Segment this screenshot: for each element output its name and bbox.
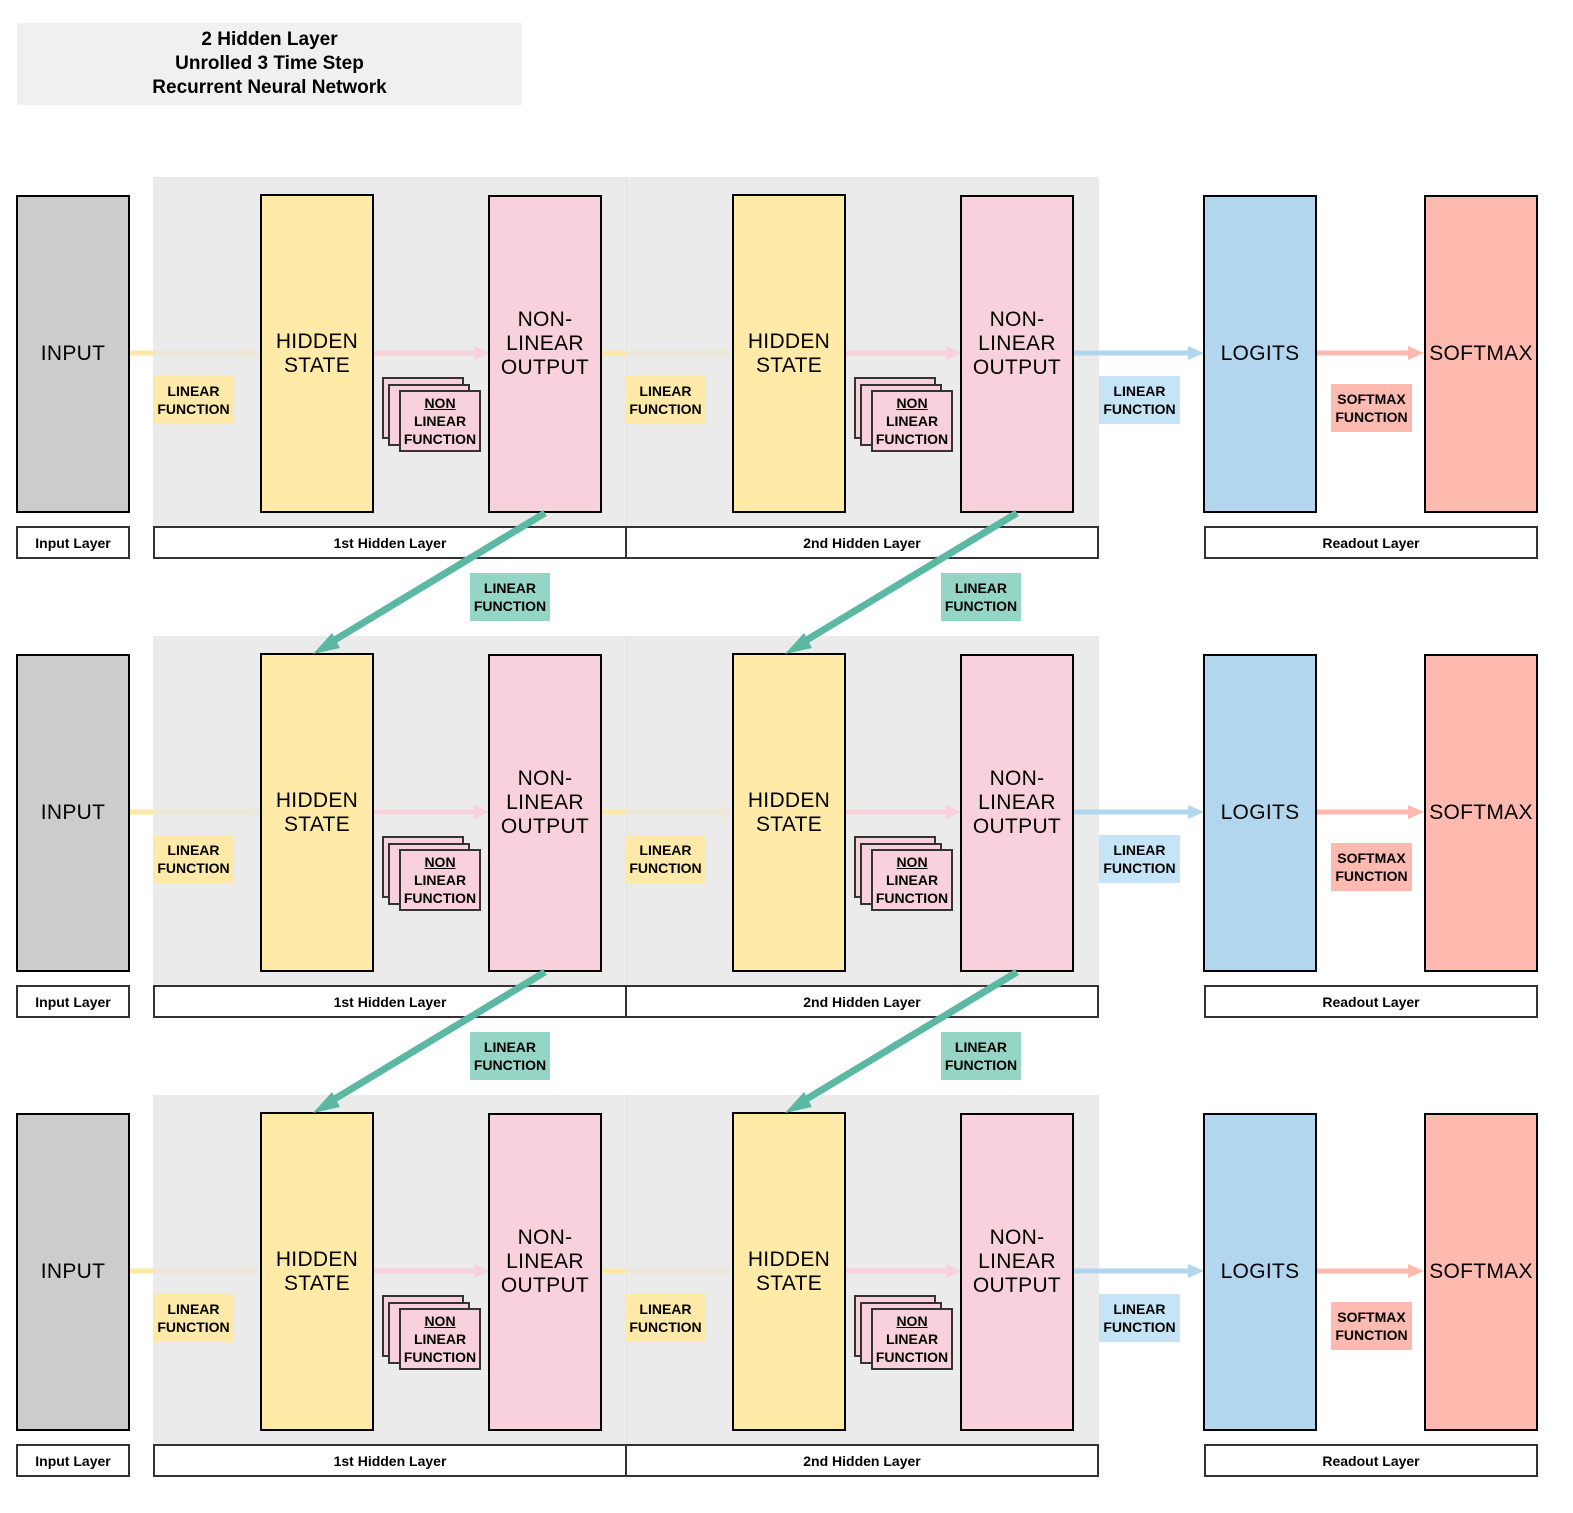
recurrent-linear-function-label-layer2: LINEAR FUNCTION xyxy=(941,1032,1021,1080)
caption-readout-layer: Readout Layer xyxy=(1204,1444,1538,1477)
nonlinear-function-stack-layer2: NON LINEAR FUNCTION xyxy=(854,836,954,916)
hidden-state-label: HIDDEN STATE xyxy=(275,329,359,377)
nonlinear-function-stack-layer1: NON LINEAR FUNCTION xyxy=(382,377,482,457)
recurrent-arrows xyxy=(313,510,1019,654)
input-node: INPUT xyxy=(16,654,130,972)
nonlinear-output-node-layer1: NON- LINEAR OUTPUT xyxy=(488,1113,602,1431)
hidden-state-node-layer2: HIDDEN STATE xyxy=(732,653,846,972)
nonlinear-output-node-layer1: NON- LINEAR OUTPUT xyxy=(488,654,602,972)
nonlinear-output-label: NON- LINEAR OUTPUT xyxy=(500,308,590,379)
hidden-state-label: HIDDEN STATE xyxy=(275,788,359,836)
logits-node-label: LOGITS xyxy=(1220,801,1300,824)
hidden-state-node-layer1: HIDDEN STATE xyxy=(260,653,374,972)
input-node-label: INPUT xyxy=(40,342,106,365)
arrow-logits-to-softmax xyxy=(1317,346,1424,360)
hidden-state-node-layer2: HIDDEN STATE xyxy=(732,1112,846,1431)
arrow-logits-to-softmax xyxy=(1317,1264,1424,1278)
logits-node-label: LOGITS xyxy=(1220,342,1300,365)
nonlinear-output-label: NON- LINEAR OUTPUT xyxy=(972,308,1062,379)
logits-node: LOGITS xyxy=(1203,654,1317,972)
softmax-function-label: SOFTMAX FUNCTION xyxy=(1331,843,1412,891)
arrow-logits-to-softmax xyxy=(1317,805,1424,819)
nonlinear-output-label: NON- LINEAR OUTPUT xyxy=(972,767,1062,838)
caption-hidden-layer-1: 1st Hidden Layer xyxy=(153,1444,627,1477)
nonlinear-function-stack-layer1: NON LINEAR FUNCTION xyxy=(382,1295,482,1375)
softmax-node-label: SOFTMAX xyxy=(1429,801,1533,824)
logits-node: LOGITS xyxy=(1203,1113,1317,1431)
linear-function-label-hidden: LINEAR FUNCTION xyxy=(625,1294,706,1342)
nonlinear-function-stack-layer1: NON LINEAR FUNCTION xyxy=(382,836,482,916)
time-step-row-3: INPUT HIDDEN STATE NON- LINEAR OUTPUT HIDDE… xyxy=(0,1095,1573,1513)
hidden-state-node-layer1: HIDDEN STATE xyxy=(260,1112,374,1431)
nonlinear-output-node-layer1: NON- LINEAR OUTPUT xyxy=(488,195,602,513)
hidden-state-node-layer1: HIDDEN STATE xyxy=(260,194,374,513)
nonlinear-function-label: NON LINEAR FUNCTION xyxy=(871,390,953,452)
softmax-node-label: SOFTMAX xyxy=(1429,342,1533,365)
linear-function-label-hidden: LINEAR FUNCTION xyxy=(625,835,706,883)
title-line-1: 2 Hidden Layer xyxy=(201,29,338,50)
layer-divider xyxy=(626,177,627,527)
nonlinear-output-label: NON- LINEAR OUTPUT xyxy=(500,1226,590,1297)
linear-function-label-input: LINEAR FUNCTION xyxy=(153,835,234,883)
logits-node: LOGITS xyxy=(1203,195,1317,513)
hidden-state-node-layer2: HIDDEN STATE xyxy=(732,194,846,513)
softmax-function-label: SOFTMAX FUNCTION xyxy=(1331,1302,1412,1350)
softmax-node-label: SOFTMAX xyxy=(1429,1260,1533,1283)
caption-hidden-layer-2: 2nd Hidden Layer xyxy=(625,1444,1099,1477)
input-node: INPUT xyxy=(16,1113,130,1431)
caption-input-layer: Input Layer xyxy=(16,1444,130,1477)
recurrent-arrows xyxy=(313,969,1019,1113)
softmax-node: SOFTMAX xyxy=(1424,1113,1538,1431)
softmax-node: SOFTMAX xyxy=(1424,195,1538,513)
layer-divider xyxy=(626,636,627,986)
recurrent-linear-function-label-layer2: LINEAR FUNCTION xyxy=(941,573,1021,621)
linear-function-label-input: LINEAR FUNCTION xyxy=(153,376,234,424)
hidden-state-label: HIDDEN STATE xyxy=(747,329,831,377)
linear-function-label-readout: LINEAR FUNCTION xyxy=(1099,1294,1180,1342)
nonlinear-function-stack-layer2: NON LINEAR FUNCTION xyxy=(854,1295,954,1375)
recurrent-connections: LINEAR FUNCTION LINEAR FUNCTION xyxy=(0,510,1573,673)
recurrent-linear-function-label-layer1: LINEAR FUNCTION xyxy=(470,573,550,621)
title-line-3: Recurrent Neural Network xyxy=(152,77,387,98)
linear-function-label-input: LINEAR FUNCTION xyxy=(153,1294,234,1342)
nonlinear-output-node-layer2: NON- LINEAR OUTPUT xyxy=(960,195,1074,513)
nonlinear-function-label: NON LINEAR FUNCTION xyxy=(399,1308,481,1370)
nonlinear-function-stack-layer2: NON LINEAR FUNCTION xyxy=(854,377,954,457)
diagram-title: 2 Hidden Layer Unrolled 3 Time Step Recu… xyxy=(17,23,522,105)
nonlinear-output-label: NON- LINEAR OUTPUT xyxy=(500,767,590,838)
input-node-label: INPUT xyxy=(40,801,106,824)
nonlinear-function-label: NON LINEAR FUNCTION xyxy=(399,390,481,452)
nonlinear-function-label: NON LINEAR FUNCTION xyxy=(399,849,481,911)
nonlinear-output-node-layer2: NON- LINEAR OUTPUT xyxy=(960,1113,1074,1431)
nonlinear-output-label: NON- LINEAR OUTPUT xyxy=(972,1226,1062,1297)
recurrent-linear-function-label-layer1: LINEAR FUNCTION xyxy=(470,1032,550,1080)
nonlinear-output-node-layer2: NON- LINEAR OUTPUT xyxy=(960,654,1074,972)
logits-node-label: LOGITS xyxy=(1220,1260,1300,1283)
softmax-function-label: SOFTMAX FUNCTION xyxy=(1331,384,1412,432)
recurrent-connections: LINEAR FUNCTION LINEAR FUNCTION xyxy=(0,969,1573,1132)
linear-function-label-readout: LINEAR FUNCTION xyxy=(1099,835,1180,883)
input-node: INPUT xyxy=(16,195,130,513)
title-line-2: Unrolled 3 Time Step xyxy=(175,53,364,74)
linear-function-label-readout: LINEAR FUNCTION xyxy=(1099,376,1180,424)
nonlinear-function-label: NON LINEAR FUNCTION xyxy=(871,849,953,911)
layer-divider xyxy=(626,1095,627,1445)
linear-function-label-hidden: LINEAR FUNCTION xyxy=(625,376,706,424)
hidden-state-label: HIDDEN STATE xyxy=(747,788,831,836)
nonlinear-function-label: NON LINEAR FUNCTION xyxy=(871,1308,953,1370)
softmax-node: SOFTMAX xyxy=(1424,654,1538,972)
hidden-state-label: HIDDEN STATE xyxy=(275,1247,359,1295)
input-node-label: INPUT xyxy=(40,1260,106,1283)
hidden-state-label: HIDDEN STATE xyxy=(747,1247,831,1295)
